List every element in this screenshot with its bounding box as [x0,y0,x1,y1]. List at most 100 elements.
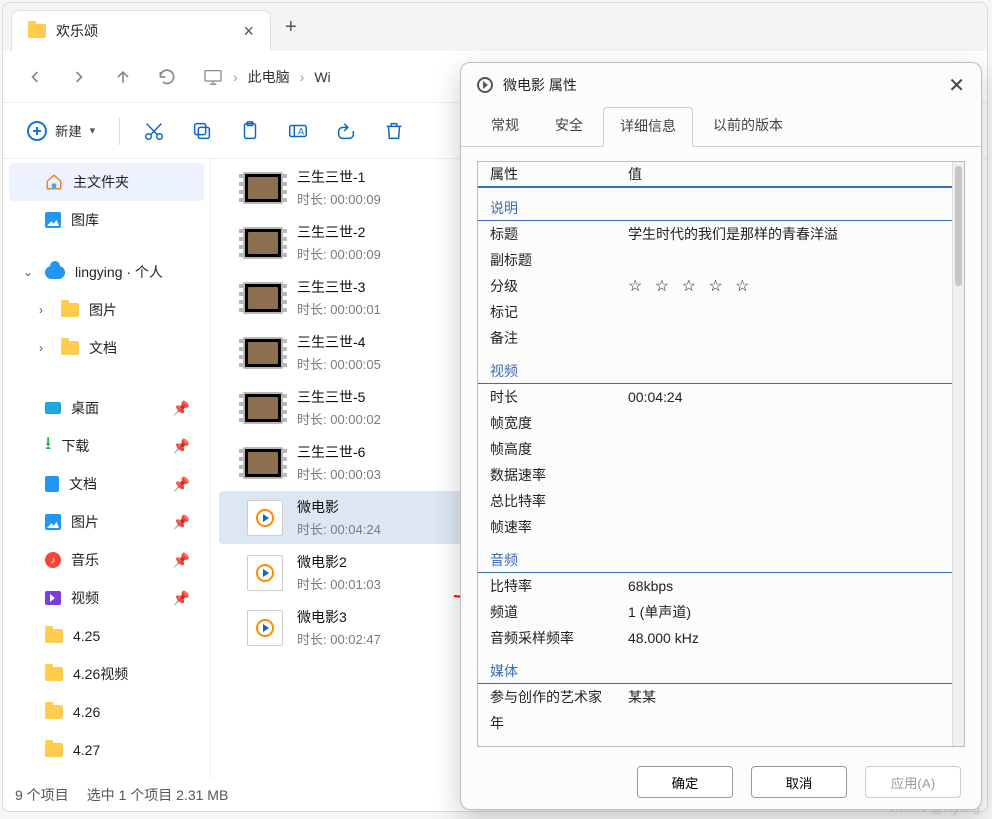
properties-dialog: 微电影 属性 ✕ 常规 安全 详细信息 以前的版本 属性值 说明 标题学生时代的… [460,62,982,810]
sidebar-item-label: 下载 [61,436,162,456]
close-icon[interactable]: ✕ [948,73,965,98]
rename-button[interactable]: A [276,109,320,153]
file-duration: 时长: 00:00:03 [297,464,381,483]
play-icon [477,77,493,93]
sidebar-downloads[interactable]: ⭳下载📌 [9,427,204,465]
video-thumbnail [243,172,283,204]
sidebar-folder[interactable]: 4.27 [9,731,204,769]
sidebar-item-label: 图片 [71,512,163,532]
prop-key: 频道 [490,602,628,622]
cloud-icon [45,266,65,279]
prop-key: 副标题 [490,250,628,270]
share-button[interactable] [324,109,368,153]
close-icon[interactable]: × [243,22,254,40]
section-audio: 音频 [478,544,952,573]
folder-icon [45,705,63,719]
media-icon [247,500,283,536]
prop-value: 68kbps [628,578,940,594]
file-name: 微电影 [297,497,381,517]
rating-stars[interactable]: ☆ ☆ ☆ ☆ ☆ [628,276,940,296]
document-icon [45,476,59,492]
new-button[interactable]: 新建 ▾ [15,113,107,149]
desktop-icon [45,402,61,414]
sidebar-item-label: lingying · 个人 [75,262,190,282]
sidebar: 主文件夹 图库 ⌄lingying · 个人 ›图片 ›文档 桌面📌 ⭳下载📌 … [3,159,211,779]
sidebar-folder[interactable]: 4.25 [9,617,204,655]
file-name: 三生三世-2 [297,222,381,242]
col-value: 值 [628,164,940,184]
file-name: 微电影3 [297,607,381,627]
copy-button[interactable] [180,109,224,153]
prop-value[interactable]: 某某 [628,687,940,707]
status-count: 9 个项目 [15,785,69,805]
prop-key: 参与创作的艺术家 [490,687,628,707]
sidebar-od-docs[interactable]: ›文档 [9,329,204,367]
address-bar[interactable]: › 此电脑 › Wi [203,67,331,87]
section-media: 媒体 [478,655,952,684]
prop-key: 标记 [490,302,628,322]
cut-button[interactable] [132,109,176,153]
delete-button[interactable] [372,109,416,153]
scrollbar[interactable] [952,162,964,746]
prop-value: 1 (单声道) [628,602,940,622]
status-selection: 选中 1 个项目 2.31 MB [87,785,229,805]
sidebar-folder[interactable]: 4.26 [9,693,204,731]
prop-key: 帧速率 [490,517,628,537]
forward-button[interactable] [59,57,99,97]
file-duration: 时长: 00:04:24 [297,519,381,538]
tab-active[interactable]: 欢乐颂 × [11,10,271,51]
cancel-button[interactable]: 取消 [751,766,847,798]
sidebar-videos[interactable]: 视频📌 [9,579,204,617]
home-icon [45,173,63,191]
file-duration: 时长: 00:00:09 [297,244,381,263]
refresh-button[interactable] [147,57,187,97]
sidebar-pictures[interactable]: 图片📌 [9,503,204,541]
ok-button[interactable]: 确定 [637,766,733,798]
tab-general[interactable]: 常规 [475,107,535,146]
back-button[interactable] [15,57,55,97]
breadcrumb-item[interactable]: Wi [314,69,330,85]
prop-key: 数据速率 [490,465,628,485]
music-icon: ♪ [45,552,61,568]
tab-details[interactable]: 详细信息 [603,107,693,147]
folder-icon [45,667,63,681]
pin-icon: 📌 [173,590,190,607]
prop-key: 时长 [490,387,628,407]
prop-key: 总比特率 [490,491,628,511]
sidebar-od-pictures[interactable]: ›图片 [9,291,204,329]
video-icon [45,591,61,605]
tab-bar: 欢乐颂 × + [3,3,987,51]
tab-previous[interactable]: 以前的版本 [697,107,799,146]
sidebar-onedrive[interactable]: ⌄lingying · 个人 [9,253,204,291]
file-duration: 时长: 00:00:09 [297,189,381,208]
svg-text:A: A [298,126,305,136]
tab-security[interactable]: 安全 [539,107,599,146]
up-button[interactable] [103,57,143,97]
video-thumbnail [243,447,283,479]
sidebar-gallery[interactable]: 图库 [9,201,204,239]
sidebar-item-label: 文档 [89,338,190,358]
media-icon [247,555,283,591]
sidebar-item-label: 4.26 [73,704,190,720]
sidebar-item-label: 图库 [71,210,190,230]
media-icon [247,610,283,646]
pin-icon: 📌 [173,438,190,455]
pin-icon: 📌 [173,476,190,493]
sidebar-documents[interactable]: 文档📌 [9,465,204,503]
prop-value[interactable]: 学生时代的我们是那样的青春洋溢 [628,224,940,244]
sidebar-home[interactable]: 主文件夹 [9,163,204,201]
breadcrumb-item[interactable]: 此电脑 [248,67,290,87]
paste-button[interactable] [228,109,272,153]
sidebar-folder[interactable]: 4.26视频 [9,655,204,693]
file-duration: 时长: 00:00:02 [297,409,381,428]
new-tab-button[interactable]: + [271,4,311,51]
sidebar-music[interactable]: ♪音乐📌 [9,541,204,579]
file-duration: 时长: 00:00:05 [297,354,381,373]
sidebar-desktop[interactable]: 桌面📌 [9,389,204,427]
monitor-icon [203,69,223,85]
sidebar-item-label: 桌面 [71,398,163,418]
file-name: 微电影2 [297,552,381,572]
file-name: 三生三世-4 [297,332,381,352]
sidebar-item-label: 图片 [89,300,190,320]
chevron-down-icon: ▾ [90,124,96,137]
